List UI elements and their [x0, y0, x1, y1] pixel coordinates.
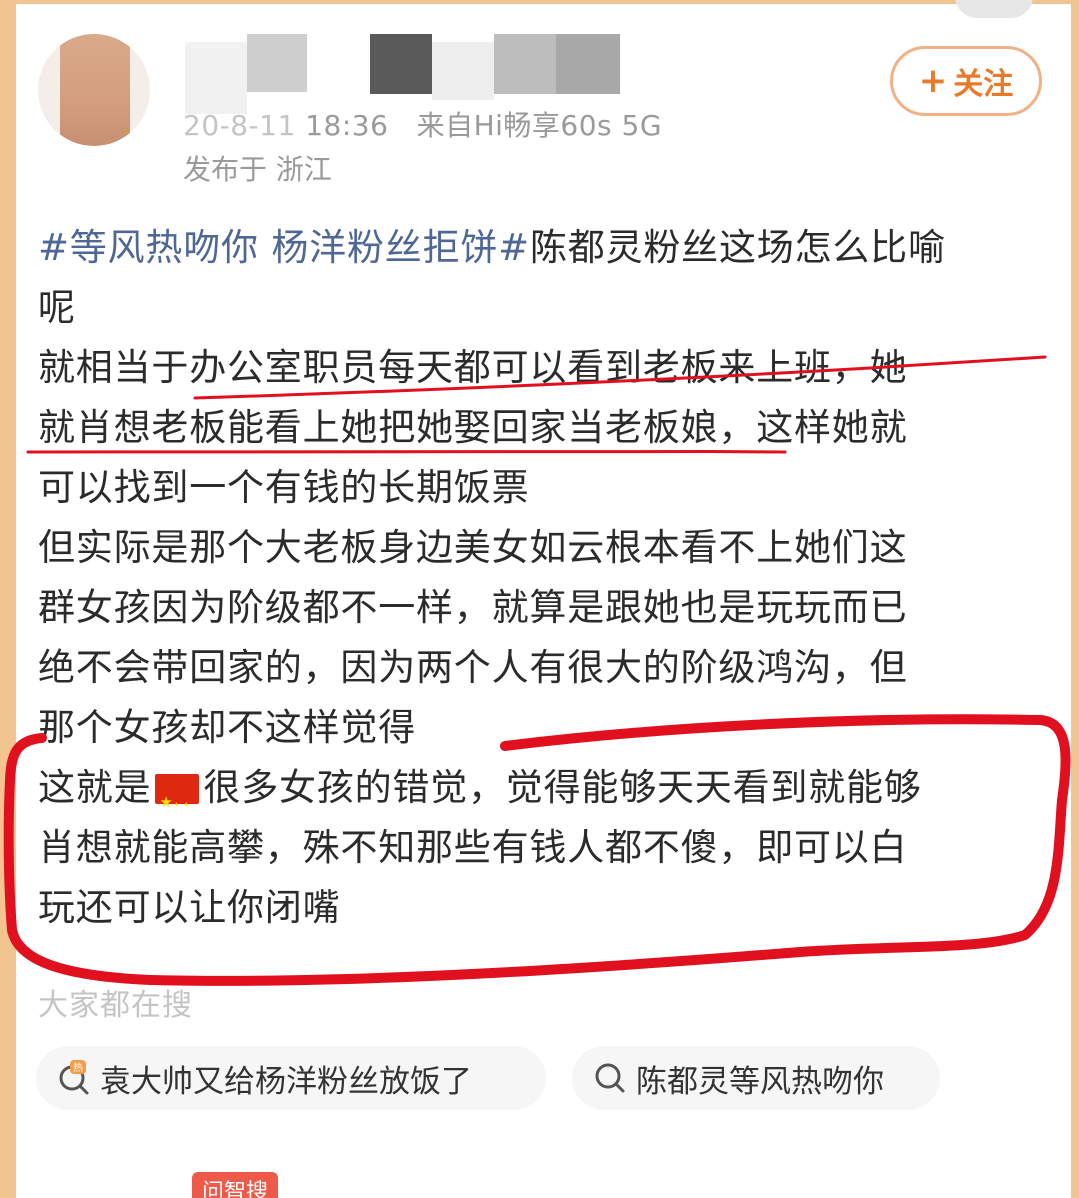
post-content: #等风热吻你 杨洋粉丝拒饼#陈都灵粉丝这场怎么比喻 呢 就相当于办公室职员每天都… — [38, 218, 1038, 938]
post-line: 可以找到一个有钱的长期饭票 — [38, 466, 530, 509]
post-line: 这就是很多女孩的错觉，觉得能够天天看到就能够 — [38, 758, 1038, 835]
post-line: 呢 — [38, 286, 76, 329]
post-line: 群女孩因为阶级都不一样，就算是跟她也是玩玩而已 — [38, 586, 908, 629]
post-line: 那个女孩却不这样觉得 — [38, 706, 416, 749]
topic-tag[interactable]: #等风热吻你 杨洋粉丝拒饼# — [38, 226, 530, 269]
follow-label: 关注 — [953, 67, 1014, 102]
ask-search-badge[interactable]: 问智搜 — [192, 1172, 278, 1198]
post-line: 就肖想老板能看上她把她娶回家当老板娘，这样她就 — [38, 406, 908, 449]
post-line: 绝不会带回家的，因为两个人有很大的阶级鸿沟，但 — [38, 646, 908, 689]
search-icon — [595, 1063, 625, 1093]
search-chip[interactable]: 陈都灵等风热吻你 — [572, 1046, 940, 1110]
post-line: 玩还可以让你闭嘴 — [38, 886, 341, 929]
post-time: 18:36 — [305, 109, 389, 142]
plus-icon: + — [918, 61, 948, 101]
avatar[interactable] — [38, 34, 150, 146]
search-chip-label: 陈都灵等风热吻你 — [636, 1063, 884, 1100]
post-meta: 20-8-11 18:36 来自Hi畅享60s 5G — [183, 104, 662, 144]
follow-button[interactable]: + 关注 — [890, 46, 1042, 116]
search-chip-hot[interactable]: 热 袁大帅又给杨洋粉丝放饭了 — [36, 1046, 546, 1110]
post-source: 来自Hi畅享60s 5G — [416, 109, 663, 142]
post-line: 但实际是那个大老板身边美女如云根本看不上她们这 — [38, 526, 908, 569]
post-location: 发布于 浙江 — [183, 153, 332, 186]
top-corner-button[interactable] — [955, 0, 1033, 18]
search-section-title: 大家都在搜 — [38, 988, 193, 1023]
search-chip-label: 袁大帅又给杨洋粉丝放饭了 — [100, 1063, 472, 1100]
hot-search-icon: 热 — [59, 1060, 89, 1095]
post-line: #等风热吻你 杨洋粉丝拒饼#陈都灵粉丝这场怎么比喻 — [38, 226, 946, 269]
post-date: 20-8-11 — [183, 109, 296, 142]
post-line: 就相当于办公室职员每天都可以看到老板来上班，她 — [38, 346, 908, 389]
china-flag-emoji-icon — [155, 772, 200, 835]
blurred-username — [185, 28, 635, 114]
hot-badge: 热 — [73, 1061, 83, 1074]
